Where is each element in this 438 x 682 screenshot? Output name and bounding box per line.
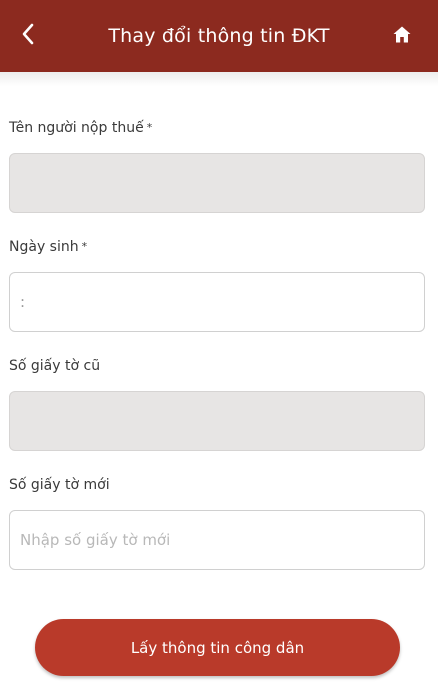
new-id-number-label: Số giấy tờ mới xyxy=(9,477,110,493)
home-button[interactable] xyxy=(384,16,420,52)
get-citizen-info-button[interactable]: Lấy thông tin công dân xyxy=(35,619,400,676)
page-title: Thay đổi thông tin ĐKT xyxy=(108,25,330,47)
required-mark: * xyxy=(81,240,88,253)
required-mark: * xyxy=(146,121,153,134)
old-id-number-label: Số giấy tờ cũ xyxy=(9,358,101,374)
old-id-number-field xyxy=(9,391,425,451)
header-divider xyxy=(0,72,438,86)
birth-date-value: : xyxy=(20,293,26,311)
new-id-number-input[interactable] xyxy=(20,511,414,569)
taxpayer-name-field xyxy=(9,153,425,213)
app-header: Thay đổi thông tin ĐKT xyxy=(0,0,438,72)
taxpayer-name-label: Tên người nộp thuế * xyxy=(9,120,153,136)
new-id-number-field[interactable] xyxy=(9,510,425,570)
registration-change-form: Tên người nộp thuế * Ngày sinh * : Số giấy… xyxy=(9,118,425,594)
birth-date-field[interactable]: : xyxy=(9,272,425,332)
home-icon xyxy=(393,26,411,42)
back-button[interactable] xyxy=(10,16,46,52)
birth-date-label: Ngày sinh * xyxy=(9,239,88,255)
chevron-left-icon xyxy=(22,23,34,45)
